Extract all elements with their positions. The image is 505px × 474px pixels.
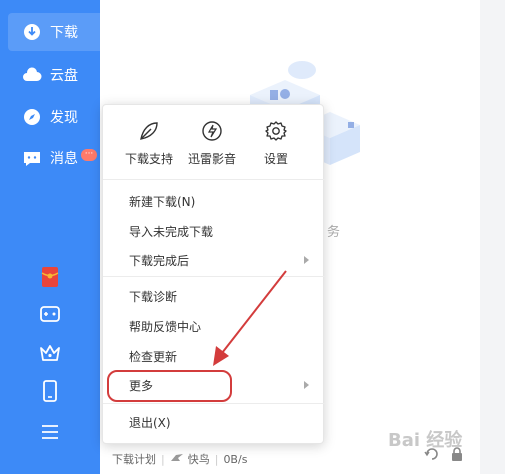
watermark-logo: Bai 经验 xyxy=(388,430,463,451)
annotation-arrow xyxy=(213,270,287,366)
